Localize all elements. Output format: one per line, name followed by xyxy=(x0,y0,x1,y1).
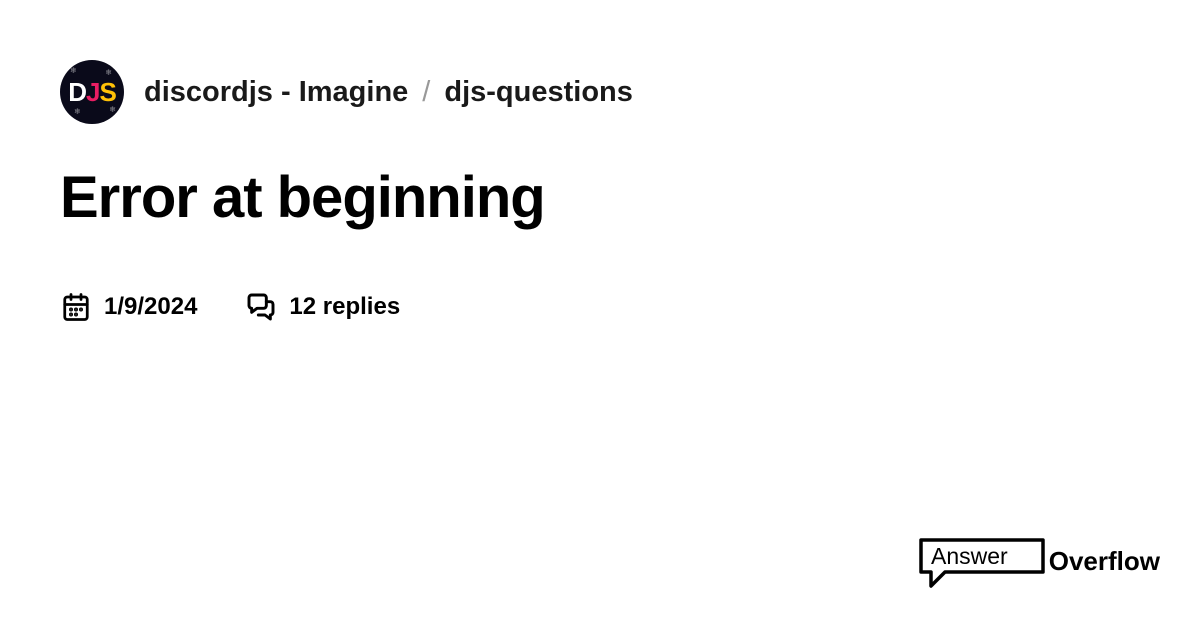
date-text: 1/9/2024 xyxy=(104,293,197,321)
calendar-icon xyxy=(60,291,92,323)
breadcrumb-server: discordjs - Imagine xyxy=(144,76,408,109)
replies-icon xyxy=(245,291,277,323)
page-title: Error at beginning xyxy=(60,164,1140,231)
logo-overflow-text: Overflow xyxy=(1049,546,1160,577)
avatar-text: DJS xyxy=(68,77,116,108)
breadcrumb: discordjs - Imagine / djs-questions xyxy=(144,76,633,109)
breadcrumb-channel: djs-questions xyxy=(444,76,633,109)
meta-row: 1/9/2024 12 replies xyxy=(60,291,1140,323)
svg-text:Answer: Answer xyxy=(931,543,1008,569)
replies-text: 12 replies xyxy=(289,293,400,321)
breadcrumb-separator: / xyxy=(422,76,430,109)
header-row: ❄ ❄ ❄ ❄ DJS discordjs - Imagine / djs-qu… xyxy=(60,60,1140,124)
speech-bubble-icon: Answer xyxy=(917,536,1047,590)
meta-date: 1/9/2024 xyxy=(60,291,197,323)
footer-logo: Answer Overflow xyxy=(917,536,1160,590)
server-avatar: ❄ ❄ ❄ ❄ DJS xyxy=(60,60,124,124)
meta-replies: 12 replies xyxy=(245,291,400,323)
